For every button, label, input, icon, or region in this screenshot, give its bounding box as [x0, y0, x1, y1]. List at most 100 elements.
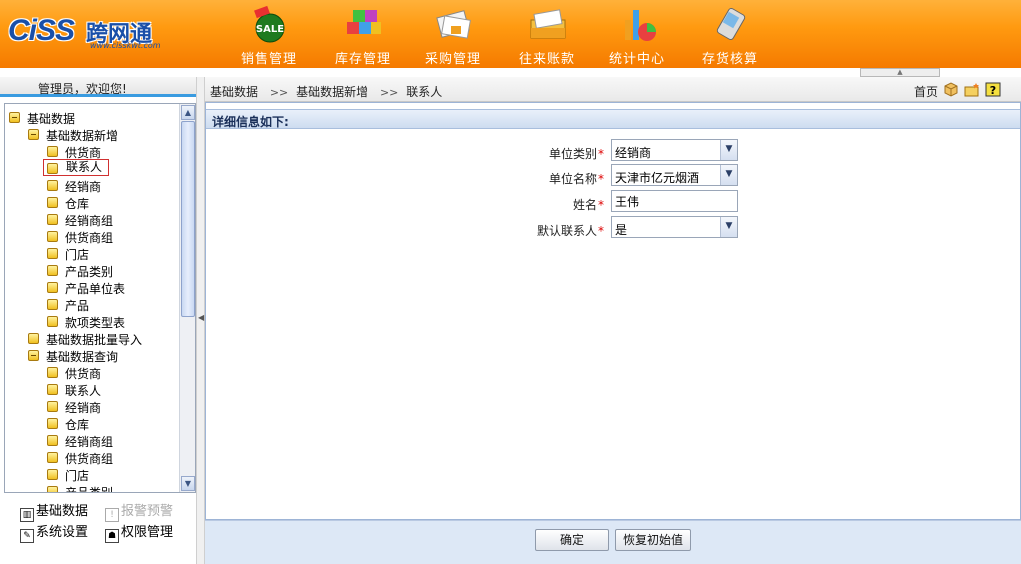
tree-node-icon — [47, 248, 58, 259]
tree-node-icon — [47, 265, 58, 276]
inventory-cubes-icon — [347, 10, 381, 34]
tree-item-label: 门店 — [65, 469, 90, 483]
unit-name-select[interactable]: 天津市亿元烟酒 ▼ — [611, 164, 738, 186]
unit-type-select[interactable]: 经销商 ▼ — [611, 139, 738, 161]
tree-node-icon — [47, 401, 58, 412]
tree-node-icon — [47, 231, 58, 242]
confirm-button[interactable]: 确定 — [535, 529, 609, 551]
package-icon[interactable] — [943, 82, 959, 97]
tree-collapse-icon[interactable] — [28, 350, 39, 361]
menu-permissions[interactable]: ☗ 权限管理 — [105, 521, 173, 543]
tree-item-label: 仓库 — [65, 418, 90, 432]
reset-button[interactable]: 恢复初始值 — [615, 529, 691, 551]
tree-item-label: 基础数据 — [27, 112, 76, 126]
users-icon: ☗ — [105, 529, 119, 543]
panel-splitter[interactable]: ◀ — [196, 77, 205, 564]
tree-item-label: 联系人 — [43, 159, 110, 176]
tree-item-label: 经销商 — [65, 180, 102, 194]
tree-item-label: 仓库 — [65, 197, 90, 211]
collapse-left-icon[interactable]: ◀ — [198, 313, 204, 322]
tree-node-icon — [47, 282, 58, 293]
unit-name-label: 单位名称* — [548, 172, 604, 186]
scroll-up-arrow[interactable]: ▲ — [181, 105, 195, 120]
nav-accounts[interactable]: 往来账款 — [507, 0, 587, 68]
panel-title: 详细信息如下: — [212, 115, 289, 129]
breadcrumb: 基础数据 >> 基础数据新增 >> 联系人 — [210, 85, 443, 99]
logo-text: CiSS — [8, 14, 75, 47]
bottom-menu: ▥ 基础数据 ! 报警预警 ✎ 系统设置 ☗ 权限管理 — [0, 495, 196, 564]
tree-collapse-icon[interactable] — [28, 129, 39, 140]
tree-node-icon — [47, 452, 58, 463]
tree-node-icon — [47, 180, 58, 191]
navigation-tree: 基础数据 基础数据新增 供货商 联系人 经销商 仓库 经销商组 供货商组 门店 产品类别 产品单位表… — [5, 104, 179, 492]
menu-system-settings[interactable]: ✎ 系统设置 — [20, 521, 88, 543]
default-contact-label: 默认联系人* — [536, 224, 604, 238]
tree-node-icon — [47, 146, 58, 157]
tree-item-label: 联系人 — [65, 384, 102, 398]
nav-sales[interactable]: SALE 销售管理 — [229, 0, 309, 68]
breadcrumb-item[interactable]: 基础数据新增 — [296, 85, 368, 99]
home-link[interactable]: 首页 — [914, 83, 938, 100]
menu-alert[interactable]: ! 报警预警 — [105, 500, 173, 522]
tree-scrollbar[interactable]: ▲ ▼ — [179, 104, 195, 492]
navigation-tree-panel: 基础数据 基础数据新增 供货商 联系人 经销商 仓库 经销商组 供货商组 门店 产品类别 产品单位表… — [4, 103, 196, 493]
breadcrumb-item[interactable]: 基础数据 — [210, 85, 258, 99]
tree-item-label: 经销商组 — [65, 214, 114, 228]
wrench-icon: ✎ — [20, 529, 34, 543]
name-label: 姓名* — [572, 198, 604, 212]
bar-chart-icon: ▥ — [20, 508, 34, 522]
tree-item-label: 产品 — [65, 299, 90, 313]
default-contact-select[interactable]: 是 ▼ — [611, 216, 738, 238]
scroll-down-arrow[interactable]: ▼ — [181, 476, 195, 491]
header-collapse-toggle[interactable]: ▲ — [860, 68, 940, 77]
tree-item-label: 供货商 — [65, 367, 102, 381]
welcome-text: 管理员，欢迎您! — [38, 82, 127, 96]
nav-stock-accounting[interactable]: 存货核算 — [690, 0, 770, 68]
chevron-down-icon[interactable]: ▼ — [720, 165, 737, 185]
tree-item-label: 基础数据查询 — [46, 350, 119, 364]
panel-header: 详细信息如下: — [206, 109, 1020, 129]
tree-node-icon — [47, 469, 58, 480]
nav-inventory[interactable]: 库存管理 — [323, 0, 403, 68]
ciss-logo: CiSS 跨网通 www.cisskwt.com — [8, 14, 170, 50]
detail-panel: 详细信息如下: 单位类别* 经销商 ▼ 单位名称* 天津市亿元烟酒 ▼ 姓名* … — [205, 102, 1021, 520]
sale-icon: SALE — [254, 5, 285, 43]
tree-item-label: 产品类别 — [65, 265, 114, 279]
alert-icon: ! — [105, 508, 119, 522]
statistics-chart-icon — [625, 10, 656, 41]
tree-collapse-icon[interactable] — [9, 112, 20, 123]
breadcrumb-bar: 基础数据 >> 基础数据新增 >> 联系人 首页 ? — [205, 77, 1021, 102]
menu-basic-data[interactable]: ▥ 基础数据 — [20, 500, 88, 522]
breadcrumb-item: 联系人 — [406, 85, 443, 99]
tree-item-label: 基础数据批量导入 — [46, 333, 143, 347]
folder-star-icon[interactable] — [964, 82, 980, 97]
tree-node-icon — [47, 418, 58, 429]
tree-node-icon — [47, 435, 58, 446]
svg-text:SALE: SALE — [256, 24, 284, 35]
tree-node-icon — [47, 214, 58, 225]
form-footer: 确定 恢复初始值 — [205, 520, 1021, 564]
unit-type-label: 单位类别* — [548, 147, 604, 161]
nav-statistics[interactable]: 统计中心 — [597, 0, 677, 68]
tree-item-label: 供货商组 — [65, 231, 114, 245]
tree-item-label: 款项类型表 — [65, 316, 126, 330]
tree-item-label: 经销商组 — [65, 435, 114, 449]
tree-node-icon — [47, 384, 58, 395]
tree-node-icon — [47, 299, 58, 310]
chevron-down-icon[interactable]: ▼ — [720, 140, 737, 160]
accounts-folder-icon — [530, 9, 566, 39]
pda-icon — [716, 7, 746, 41]
tree-item-label: 基础数据新增 — [46, 129, 119, 143]
scroll-thumb[interactable] — [181, 121, 195, 317]
welcome-bar: 管理员，欢迎您! — [0, 77, 205, 97]
chevron-down-icon[interactable]: ▼ — [720, 217, 737, 237]
tree-item-label: 产品单位表 — [65, 282, 126, 296]
nav-purchase[interactable]: 采购管理 — [413, 0, 493, 68]
help-icon[interactable]: ? — [985, 82, 1001, 97]
name-input[interactable] — [611, 190, 738, 212]
tree-node-icon — [28, 333, 39, 344]
purchase-docs-icon — [436, 10, 471, 39]
top-header: CiSS 跨网通 www.cisskwt.com SALE 销售管理 库存管理 … — [0, 0, 1021, 68]
tree-node-icon — [47, 486, 58, 492]
tree-item-label: 产品类别 — [65, 484, 113, 492]
